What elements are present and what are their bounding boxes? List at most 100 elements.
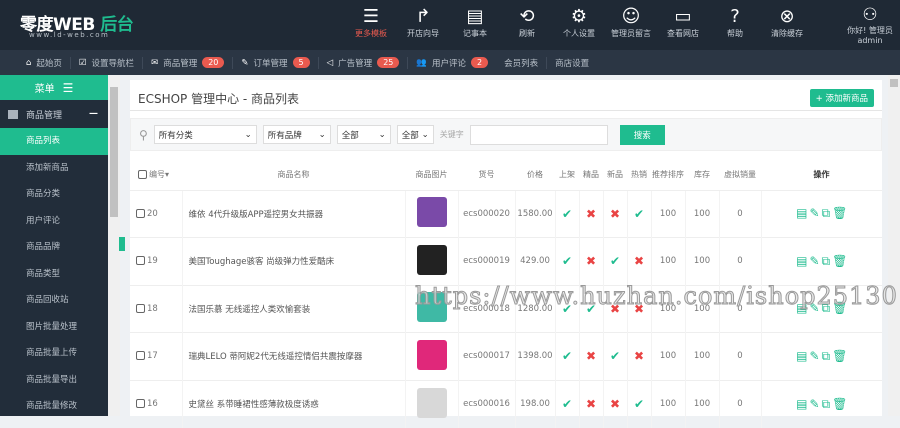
nav-item-2[interactable]: ✉ 商品管理 20: [143, 56, 234, 69]
check-icon[interactable]: ✔: [634, 397, 644, 411]
copy-icon[interactable]: ⧉: [822, 397, 831, 411]
view-icon[interactable]: ▤: [796, 206, 807, 220]
goods-name[interactable]: 瑞典LELO 蒂阿妮2代无线遥控情侣共震按摩器: [181, 332, 405, 380]
goods-price[interactable]: 1398.00: [514, 332, 555, 380]
check-icon[interactable]: ✔: [634, 207, 644, 221]
nav-item-5[interactable]: 👥 用户评论 2: [408, 57, 496, 69]
tool-share-arrow[interactable]: ↱ 开店向导: [397, 0, 449, 50]
stock[interactable]: 100: [684, 189, 719, 238]
sidebar-group[interactable]: 商品管理 —: [0, 100, 108, 128]
sort-order[interactable]: 100: [650, 332, 685, 380]
cross-icon[interactable]: ✖: [586, 397, 596, 411]
nav-item-4[interactable]: ◁ 广告管理 25: [319, 56, 409, 69]
edit-icon[interactable]: ✎: [809, 206, 819, 220]
status-select[interactable]: 全部 ⌄: [336, 125, 391, 144]
check-icon[interactable]: ✔: [610, 254, 620, 268]
row-checkbox[interactable]: [136, 399, 145, 408]
tool-gear[interactable]: ⚙ 个人设置: [553, 0, 605, 50]
view-icon[interactable]: ▤: [796, 397, 807, 411]
category-select[interactable]: 所有分类 ⌄: [153, 125, 257, 144]
copy-icon[interactable]: ⧉: [822, 206, 831, 220]
goods-price[interactable]: 1580.00: [514, 189, 555, 238]
tool-refresh[interactable]: ⟲ 刷新: [501, 0, 553, 50]
edit-icon[interactable]: ✎: [809, 397, 819, 411]
sidebar-header[interactable]: 菜单 ☰: [0, 75, 108, 100]
goods-name[interactable]: 法国乐慕 无线遥控人类欢愉套装: [181, 284, 405, 333]
goods-price[interactable]: 198.00: [514, 379, 555, 428]
cross-icon[interactable]: ✖: [586, 349, 596, 363]
trash-icon[interactable]: 🗑: [832, 206, 847, 220]
sidebar-item[interactable]: 添加新商品: [0, 155, 108, 182]
row-checkbox[interactable]: [136, 208, 145, 218]
trash-icon[interactable]: 🗑: [832, 254, 847, 268]
column-header[interactable]: 编号▾: [130, 160, 182, 190]
tool-notepad[interactable]: ▤ 记事本: [449, 0, 501, 50]
copy-icon[interactable]: ⧉: [822, 349, 831, 363]
tool-message[interactable]: ☺ 管理员留言: [605, 0, 657, 50]
select-all-checkbox[interactable]: [138, 170, 147, 180]
cross-icon[interactable]: ✖: [610, 207, 620, 221]
goods-price[interactable]: 429.00: [514, 237, 555, 285]
trash-icon[interactable]: 🗑: [832, 349, 847, 363]
nav-item-0[interactable]: ⌂ 起始页: [18, 56, 71, 69]
row-checkbox[interactable]: [136, 256, 145, 266]
cross-icon[interactable]: ✖: [634, 254, 644, 268]
stock[interactable]: 100: [684, 332, 719, 380]
tool-help[interactable]: ? 帮助: [709, 0, 761, 50]
virtual-sales[interactable]: 0: [718, 379, 761, 428]
cross-icon[interactable]: ✖: [634, 349, 644, 363]
view-icon[interactable]: ▤: [796, 254, 807, 268]
sidebar-item[interactable]: 商品列表: [0, 128, 108, 155]
virtual-sales[interactable]: 0: [718, 189, 761, 238]
page-scrollbar[interactable]: [888, 75, 900, 416]
cross-icon[interactable]: ✖: [586, 207, 596, 221]
collapse-icon[interactable]: —: [89, 109, 98, 119]
tool-monitor[interactable]: ▭ 查看网店: [657, 0, 709, 50]
type-select[interactable]: 全部 ⌄: [396, 125, 434, 144]
trash-icon[interactable]: 🗑: [832, 397, 847, 411]
sort-order[interactable]: 100: [650, 189, 685, 238]
virtual-sales[interactable]: 0: [718, 237, 761, 285]
sort-order[interactable]: 100: [650, 237, 685, 285]
edit-icon[interactable]: ✎: [809, 349, 819, 363]
check-icon[interactable]: ✔: [610, 349, 620, 363]
check-icon[interactable]: ✔: [562, 349, 572, 363]
cross-icon[interactable]: ✖: [610, 397, 620, 411]
goods-name[interactable]: 美国Toughage骇客 尚级弹力性爱酷床: [181, 237, 405, 285]
sidebar-item[interactable]: 商品批量上传: [0, 340, 108, 367]
check-icon[interactable]: ✔: [562, 397, 572, 411]
sidebar-item[interactable]: 商品品牌: [0, 234, 108, 261]
cross-icon[interactable]: ✖: [586, 254, 596, 268]
nav-item-3[interactable]: ✎ 订单管理 5: [233, 56, 319, 69]
keyword-input[interactable]: [469, 124, 608, 145]
add-goods-button[interactable]: + 添加新商品: [809, 89, 874, 107]
sidebar-item[interactable]: 用户评论: [0, 208, 108, 235]
tool-menu[interactable]: ☰ 更多模板: [345, 0, 397, 50]
check-icon[interactable]: ✔: [562, 254, 572, 268]
brand-select[interactable]: 所有品牌 ⌄: [262, 125, 331, 144]
row-checkbox[interactable]: [136, 303, 145, 313]
copy-icon[interactable]: ⧉: [822, 254, 831, 268]
stock[interactable]: 100: [684, 237, 719, 285]
check-icon[interactable]: ✔: [562, 207, 572, 221]
search-button[interactable]: 搜索: [619, 124, 665, 145]
sidebar-item[interactable]: 商品类型: [0, 261, 108, 288]
sidebar-item[interactable]: 图片批量处理: [0, 314, 108, 341]
tool-clear[interactable]: ⊗ 清除缓存: [761, 0, 813, 50]
sidebar-item[interactable]: 商品批量导出: [0, 367, 108, 394]
edit-icon[interactable]: ✎: [809, 254, 819, 268]
sidebar-item[interactable]: 商品分类: [0, 181, 108, 208]
virtual-sales[interactable]: 0: [718, 332, 761, 380]
nav-item-1[interactable]: ☑ 设置导航栏: [71, 56, 144, 69]
sort-order[interactable]: 100: [650, 379, 685, 428]
goods-name[interactable]: 维依 4代升级版APP遥控男女共振器: [181, 189, 405, 238]
view-icon[interactable]: ▤: [796, 349, 807, 363]
user-menu[interactable]: ⚇ 你好! 管理员 admin: [845, 5, 895, 45]
row-checkbox[interactable]: [136, 351, 145, 361]
nav-item-7[interactable]: 商店设置: [547, 57, 597, 69]
goods-name[interactable]: 史黛丝 系带睡裙性感薄款极度诱惑: [181, 379, 405, 428]
stock[interactable]: 100: [684, 379, 719, 428]
sidebar-item[interactable]: 商品回收站: [0, 287, 108, 314]
sidebar-toggle[interactable]: [119, 237, 125, 251]
nav-item-6[interactable]: 会员列表: [496, 56, 548, 69]
